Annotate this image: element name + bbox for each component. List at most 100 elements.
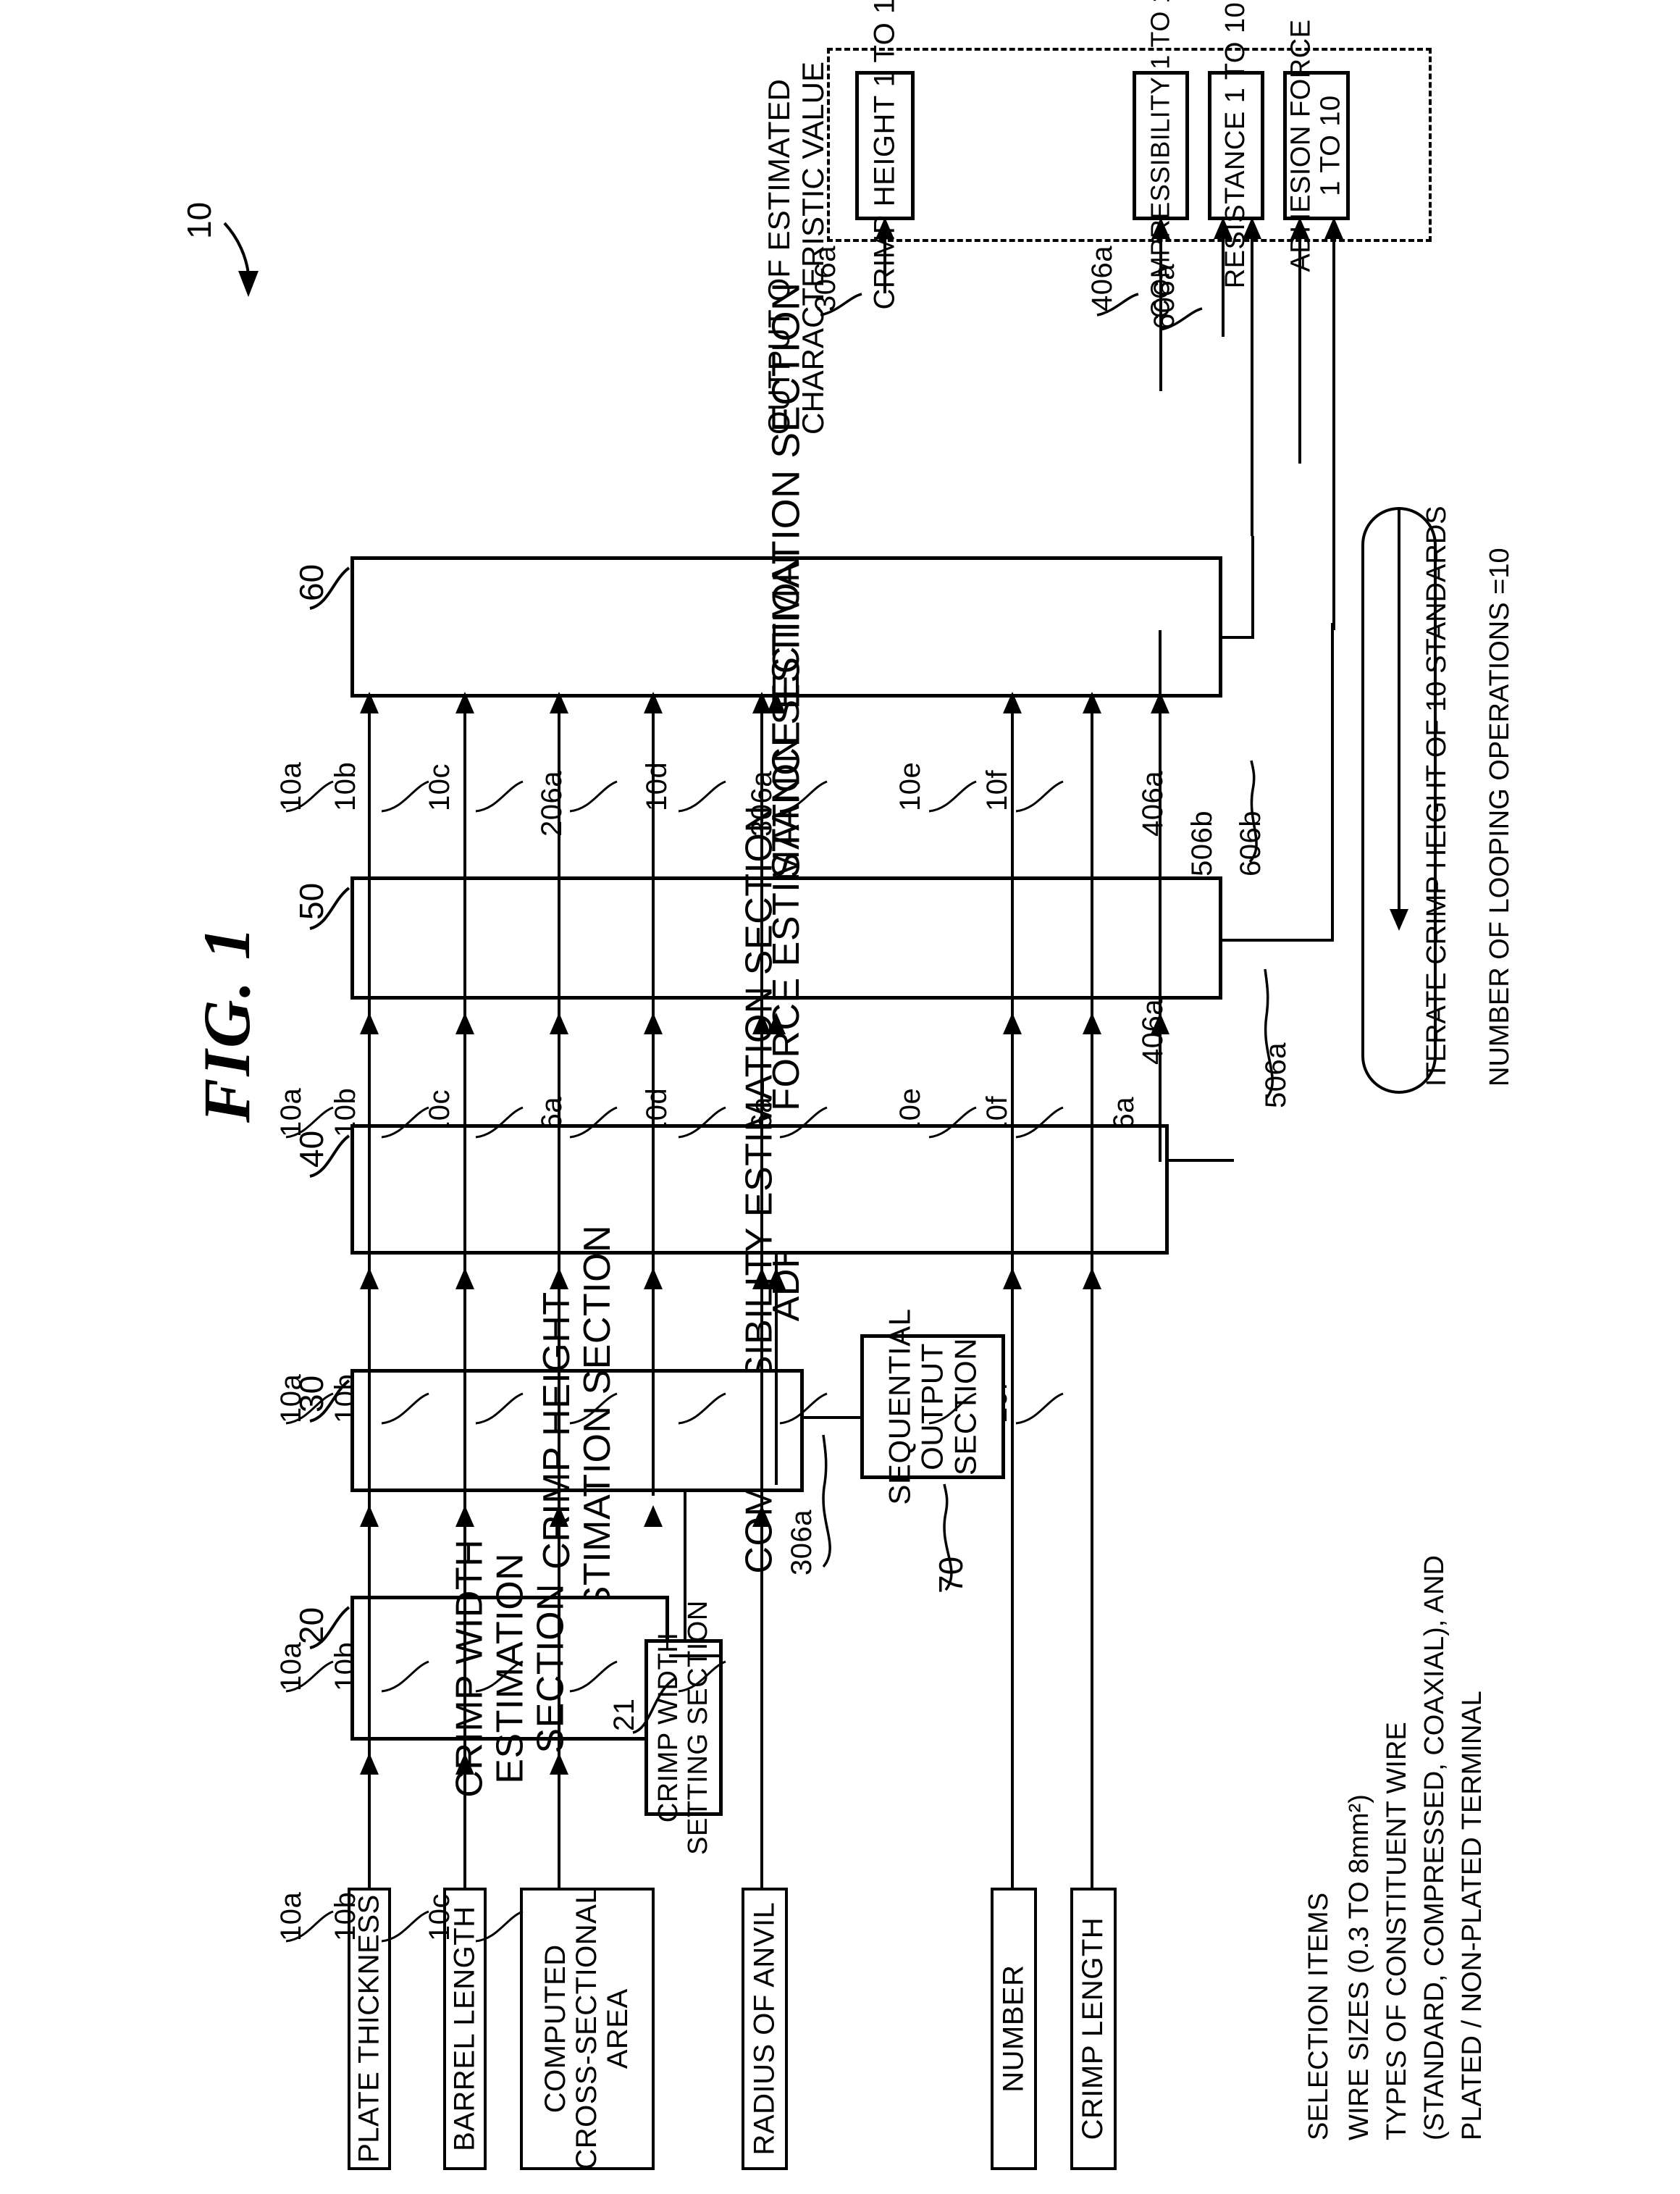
leader-10c-compressibility <box>475 1392 524 1425</box>
figure-title: FIG. 1 <box>190 924 264 1123</box>
leader-10e-compressibility <box>928 1392 977 1425</box>
leader-306a-output <box>820 293 862 317</box>
leader-10b-adhesion <box>381 1106 429 1139</box>
arrowhead-10a-resistance <box>360 692 379 713</box>
system-reference-leader <box>223 222 259 297</box>
signal-label-10e-to-resistance: 10e <box>894 761 926 811</box>
conn-506b-output-2 <box>1332 225 1335 630</box>
arrowhead-10e-compressibility <box>1003 1268 1022 1289</box>
output-box-crimp-height: CRIMP HEIGHT 1 TO 10 <box>855 0 915 310</box>
conn-10b-trunk <box>463 699 466 1891</box>
arrowhead-306a-resistance <box>767 692 786 713</box>
leader-10a-crimp-height <box>285 1660 334 1693</box>
arrowhead-10f-resistance <box>1083 692 1101 713</box>
arrowhead-306a-compressibility <box>767 1268 786 1289</box>
leader-10d-resistance <box>678 780 726 813</box>
arrowhead-10c-adhesion <box>550 1013 568 1034</box>
conn-606b-stub <box>1222 636 1254 639</box>
leader-10a-adhesion <box>285 1106 334 1139</box>
leader-10d-compressibility <box>678 1392 726 1425</box>
leader-306a-resistance <box>779 780 828 813</box>
leader-10c-crimp-height <box>475 1660 524 1693</box>
arrowhead-10f-adhesion <box>1083 1013 1101 1034</box>
leader-10c-adhesion <box>475 1106 524 1139</box>
signal-label-10c-to-crimp-width: 10c <box>424 1893 455 1941</box>
conn-606b-output-2 <box>1251 225 1253 536</box>
arrowhead-206a-resistance <box>644 692 663 713</box>
loop-note-line1: ITERATE CRIMP HEIGHT OF 10 STANDARDS <box>1421 506 1452 1086</box>
selection-note-line-3: TYPES OF CONSTITUENT WIRE <box>1382 1722 1412 2140</box>
leader-ref-60 <box>309 566 350 610</box>
arrowhead-10b-resistance <box>455 692 474 713</box>
arrowhead-output-adhesion-2 <box>1324 217 1343 239</box>
signal-label-506b: 506b <box>1186 811 1218 876</box>
leader-606b <box>1248 760 1258 863</box>
leader-10a-compressibility <box>285 1392 334 1425</box>
arrowhead-10b-adhesion <box>455 1013 474 1034</box>
selection-note-line-2: WIRE SIZES (0.3 TO 8mm²) <box>1344 1794 1374 2140</box>
conn-206a-line <box>684 1491 686 1643</box>
conn-606b-riser <box>1251 536 1254 639</box>
selection-note-line-5: PLATED / NON-PLATED TERMINAL <box>1457 1691 1487 2140</box>
conn-10a-trunk <box>368 699 371 1891</box>
leader-10c-crimp-width <box>475 1910 524 1943</box>
conn-10f-trunk <box>1091 699 1093 1891</box>
selection-note-line-4: (STANDARD, COMPRESSED, COAXIAL), AND <box>1419 1555 1450 2140</box>
arrowhead-10d-crimp-height <box>752 1505 771 1527</box>
selection-note-line-1: SELECTION ITEMS <box>1303 1892 1334 2140</box>
input-box-number: NUMBER <box>991 1888 1037 2170</box>
leader-10c-resistance <box>475 780 524 813</box>
signal-label-406a-to-resistance: 406a <box>1137 771 1169 837</box>
arrowhead-10b-compressibility <box>455 1268 474 1289</box>
arrowhead-406a-adhesion <box>1151 1013 1169 1034</box>
input-label-crimp-length: CRIMP LENGTH <box>1077 1917 1109 2140</box>
arrowhead-10b-crimp-height <box>455 1505 474 1527</box>
leader-10b-compressibility <box>381 1392 429 1425</box>
arrowhead-10e-resistance <box>1003 692 1022 713</box>
input-label-radius-of-anvil: RADIUS OF ANVIL <box>748 1902 781 2156</box>
leader-10f-adhesion <box>1015 1106 1064 1139</box>
arrowhead-306a-adhesion <box>767 1013 786 1034</box>
leader-206a-crimp-height <box>569 1660 618 1693</box>
arrowhead-206a-crimp-height <box>644 1505 663 1527</box>
arrowhead-10a-crimp-width <box>360 1753 379 1775</box>
conn-10c-trunk <box>558 699 560 1891</box>
input-label-number: NUMBER <box>997 1964 1030 2093</box>
arrowhead-10e-adhesion <box>1003 1013 1022 1034</box>
conn-506b-riser <box>1331 623 1334 942</box>
leader-606a-output <box>1160 307 1203 331</box>
conn-10e-trunk <box>1011 699 1014 1891</box>
arrowhead-output-compressibility <box>1151 217 1170 239</box>
leader-306a-compressibility <box>779 1392 828 1425</box>
leader-206a-compressibility <box>569 1392 618 1425</box>
arrowhead-10a-crimp-height <box>360 1505 379 1527</box>
loop-annotation-shaft <box>1398 507 1400 920</box>
arrowhead-406a-resistance <box>1151 692 1169 713</box>
output-box-compressibility: COMPRESSIBILITY 1 TO 10 <box>1133 0 1189 318</box>
signal-label-10a-to-crimp-width: 10a <box>275 1891 307 1941</box>
arrowhead-10f-compressibility <box>1083 1268 1101 1289</box>
leader-10b-resistance <box>381 780 429 813</box>
conn-506a-output-1 <box>1298 225 1301 464</box>
leader-10f-compressibility <box>1015 1392 1064 1425</box>
leader-10e-adhesion <box>928 1106 977 1139</box>
output-box-resistance: RESISTANCE 1 TO 10 <box>1208 2 1264 289</box>
arrowhead-10c-resistance <box>550 692 568 713</box>
leader-206a-adhesion <box>569 1106 618 1139</box>
loop-annotation-arrowhead <box>1390 909 1408 931</box>
input-box-crimp-length: CRIMP LENGTH <box>1070 1888 1117 2170</box>
output-box-adhesion-force: ADHESION FORCE 1 TO 10 <box>1283 19 1350 272</box>
leader-10b-crimp-height <box>381 1660 429 1693</box>
arrowhead-10c-crimp-height <box>550 1505 568 1527</box>
conn-506b-stub <box>1222 939 1331 942</box>
arrowhead-10c-compressibility <box>550 1268 568 1289</box>
leader-10a-resistance <box>285 780 334 813</box>
signal-label-10b-to-crimp-width: 10b <box>329 1891 361 1941</box>
arrowhead-10a-compressibility <box>360 1268 379 1289</box>
arrowhead-206a-adhesion <box>644 1013 663 1034</box>
patent-figure-sheet: FIG. 1 10 OUTPUT OF ESTIMATED CHARACTERI… <box>0 0 1680 2194</box>
leader-506a <box>1264 968 1274 1100</box>
conn-10d-trunk <box>760 699 763 1891</box>
leader-206a-resistance <box>569 780 618 813</box>
leader-306a-adhesion <box>779 1106 828 1139</box>
